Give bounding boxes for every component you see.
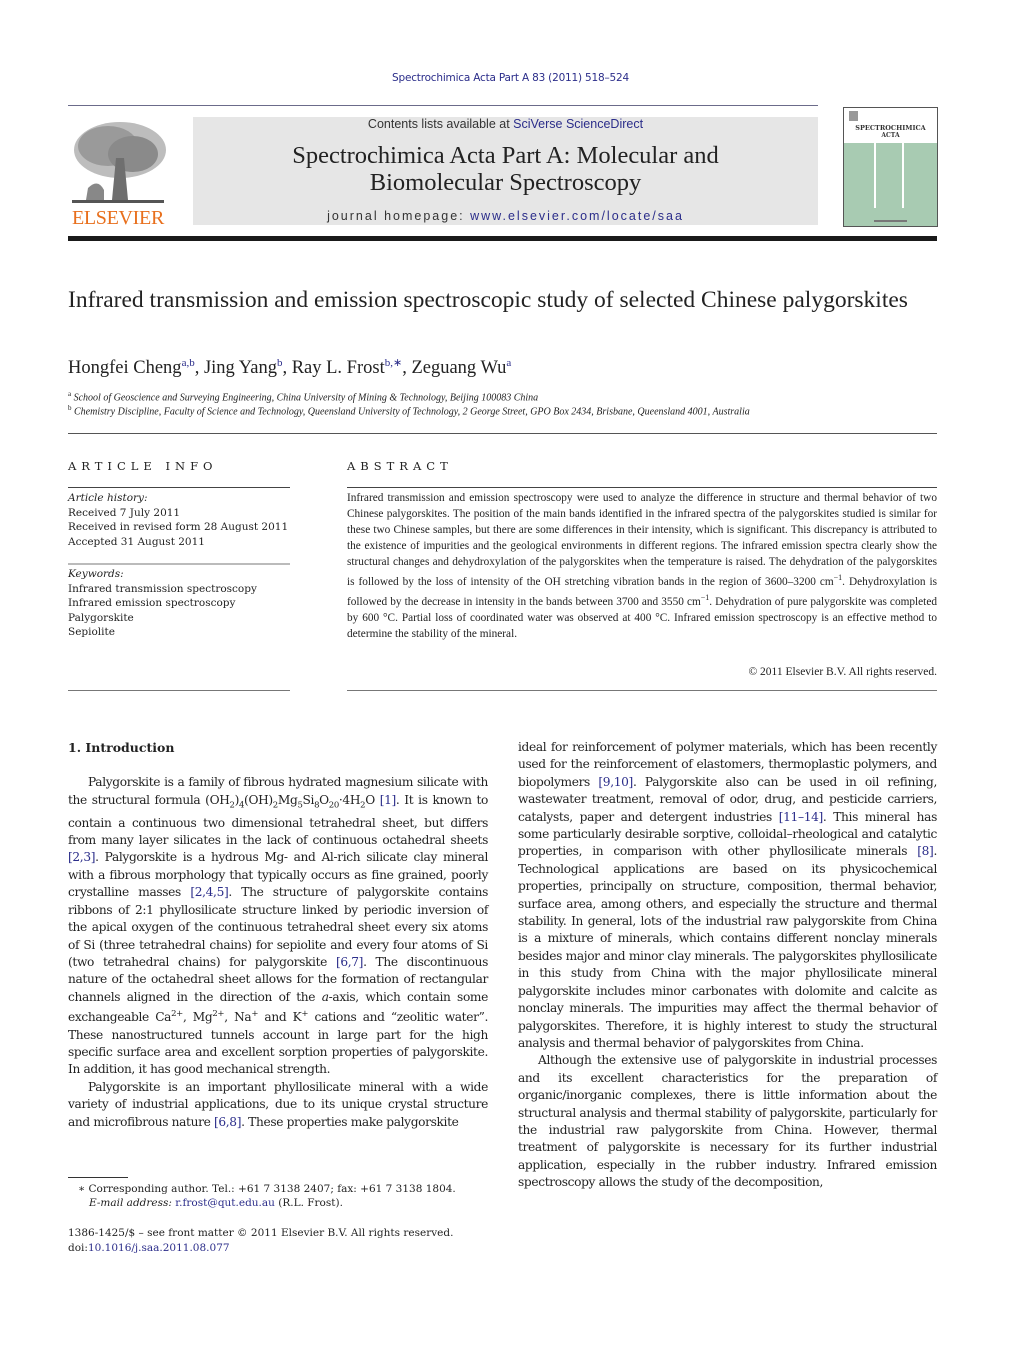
author-name[interactable]: Jing Yang xyxy=(204,358,277,378)
keyword-item: Sepiolite xyxy=(68,626,115,638)
cover-stripe xyxy=(874,143,876,208)
front-matter-text: 1386-1425/$ – see front matter © 2011 El… xyxy=(68,1227,454,1239)
history-item: Accepted 31 August 2011 xyxy=(68,535,205,548)
history-label: Article history: xyxy=(68,492,148,504)
footnote-divider xyxy=(68,1177,128,1178)
cover-title-line1: SPECTROCHIMICA xyxy=(855,124,926,132)
doi-prefix: doi: xyxy=(68,1242,88,1254)
homepage-prefix: journal homepage: xyxy=(327,209,471,223)
body-column-right: ideal for reinforcement of polymer mater… xyxy=(518,739,937,1192)
author-affiliation-marker[interactable]: a,b xyxy=(182,357,195,369)
journal-homepage: journal homepage: www.elsevier.com/locat… xyxy=(193,209,818,223)
affiliation-text: School of Geoscience and Surveying Engin… xyxy=(73,392,539,404)
author-separator: , xyxy=(194,358,204,379)
keyword-item: Palygorskite xyxy=(68,611,134,624)
doi-line: doi:10.1016/j.saa.2011.08.077 xyxy=(68,1241,453,1256)
citation-link[interactable]: [2,4,5] xyxy=(190,885,228,899)
citation-link[interactable]: [8] xyxy=(917,844,934,858)
article-info-bottom-divider xyxy=(68,690,290,691)
homepage-link[interactable]: www.elsevier.com/locate/saa xyxy=(470,209,684,223)
paragraph: Palygorskite is an important phyllosilic… xyxy=(68,1079,488,1129)
paragraph: Palygorskite is a family of fibrous hydr… xyxy=(68,775,489,1077)
email-suffix: (R.L. Frost). xyxy=(274,1197,343,1209)
author-affiliation-marker[interactable]: b,∗ xyxy=(385,357,402,369)
author-name[interactable]: Zeguang Wu xyxy=(411,358,506,378)
keywords-divider xyxy=(68,563,290,565)
citation-link[interactable]: [9,10] xyxy=(598,775,633,789)
affiliation-divider xyxy=(68,433,937,434)
email-note: E-mail address: r.frost@qut.edu.au (R.L.… xyxy=(89,1196,343,1210)
elsevier-wordmark[interactable]: ELSEVIER xyxy=(68,207,168,230)
abstract-segment: Infrared transmission and emission spect… xyxy=(347,492,937,588)
keyword-item: Infrared transmission spectroscopy xyxy=(68,582,257,595)
front-matter: 1386-1425/$ – see front matter © 2011 El… xyxy=(68,1226,453,1256)
journal-title: Spectrochimica Acta Part A: Molecular an… xyxy=(193,142,818,196)
paragraph-continued: ideal for reinforcement of polymer mater… xyxy=(518,740,937,1050)
article-title: Infrared transmission and emission spect… xyxy=(68,287,908,313)
paragraph: Although the extensive use of palygorski… xyxy=(518,1053,937,1190)
abstract-copyright: © 2011 Elsevier B.V. All rights reserved… xyxy=(748,666,937,678)
journal-title-line2: Biomolecular Spectroscopy xyxy=(369,169,642,196)
history-item: Received in revised form 28 August 2011 xyxy=(68,521,289,533)
journal-masthead: Contents lists available at SciVerse Sci… xyxy=(193,117,818,225)
cover-footer xyxy=(874,220,907,222)
cover-title-line2: ACTA xyxy=(881,132,900,139)
author-affiliation-marker[interactable]: a xyxy=(506,357,511,369)
corresponding-author-note: ∗ Corresponding author. Tel.: +61 7 3138… xyxy=(78,1182,456,1196)
footnote-text: Corresponding author. Tel.: +61 7 3138 2… xyxy=(88,1183,456,1195)
sciencedirect-link[interactable]: SciVerse ScienceDirect xyxy=(513,117,643,131)
author-name[interactable]: Ray L. Frost xyxy=(292,358,385,378)
section-heading-introduction: 1. Introduction xyxy=(68,740,175,755)
citation-link[interactable]: [11–14] xyxy=(779,810,824,824)
author-name[interactable]: Hongfei Cheng xyxy=(68,358,182,378)
citation-link[interactable]: [6,8] xyxy=(214,1115,242,1129)
article-history: Article history: Received 7 July 2011 Re… xyxy=(68,491,288,549)
contents-prefix: Contents lists available at xyxy=(367,117,514,131)
citation-link[interactable]: [6,7] xyxy=(336,955,364,969)
keyword-item: Infrared emission spectroscopy xyxy=(68,597,236,609)
keywords: Keywords: Infrared transmission spectros… xyxy=(68,567,257,640)
email-link[interactable]: r.frost@qut.edu.au xyxy=(175,1197,275,1209)
history-item: Received 7 July 2011 xyxy=(68,506,181,519)
cover-logo-icon xyxy=(849,111,858,121)
article-info-heading: ARTICLE INFO xyxy=(68,459,218,473)
running-head[interactable]: Spectrochimica Acta Part A 83 (2011) 518… xyxy=(0,72,1021,84)
body-column-left: 1. Introduction Palygorskite is a family… xyxy=(68,739,488,1131)
email-label: E-mail address: xyxy=(89,1197,176,1209)
unit-exponent: −1 xyxy=(700,592,710,602)
affiliation-key: a xyxy=(68,390,72,398)
unit-exponent: −1 xyxy=(833,573,843,582)
cover-color-band xyxy=(844,143,937,226)
abstract-heading: ABSTRACT xyxy=(347,459,453,473)
abstract-text: Infrared transmission and emission spect… xyxy=(347,490,937,642)
citation-link[interactable]: [1] xyxy=(380,793,397,807)
journal-title-line1: Spectrochimica Acta Part A: Molecular an… xyxy=(292,142,719,169)
footnote-marker: ∗ xyxy=(78,1183,86,1195)
cover-stripe xyxy=(902,143,904,208)
affiliation-a: a School of Geoscience and Surveying Eng… xyxy=(68,390,538,403)
affiliation-key: b xyxy=(68,404,72,412)
header-divider xyxy=(68,105,818,106)
doi-link[interactable]: 10.1016/j.saa.2011.08.077 xyxy=(88,1242,230,1254)
author-list: Hongfei Chenga,b, Jing Yangb, Ray L. Fro… xyxy=(68,356,511,379)
keywords-label: Keywords: xyxy=(68,568,124,580)
abstract-divider xyxy=(347,487,937,488)
abstract-bottom-divider xyxy=(347,690,937,691)
article-info-divider xyxy=(68,487,290,488)
affiliation-text: Chemistry Discipline, Faculty of Science… xyxy=(74,406,750,418)
contents-line: Contents lists available at SciVerse Sci… xyxy=(193,117,818,131)
author-separator: , xyxy=(282,358,292,379)
affiliation-b: b Chemistry Discipline, Faculty of Scien… xyxy=(68,404,750,417)
citation-link[interactable]: [2,3] xyxy=(68,850,96,864)
journal-cover-thumbnail[interactable]: SPECTROCHIMICA ACTA xyxy=(843,107,938,227)
masthead-divider xyxy=(68,236,937,241)
